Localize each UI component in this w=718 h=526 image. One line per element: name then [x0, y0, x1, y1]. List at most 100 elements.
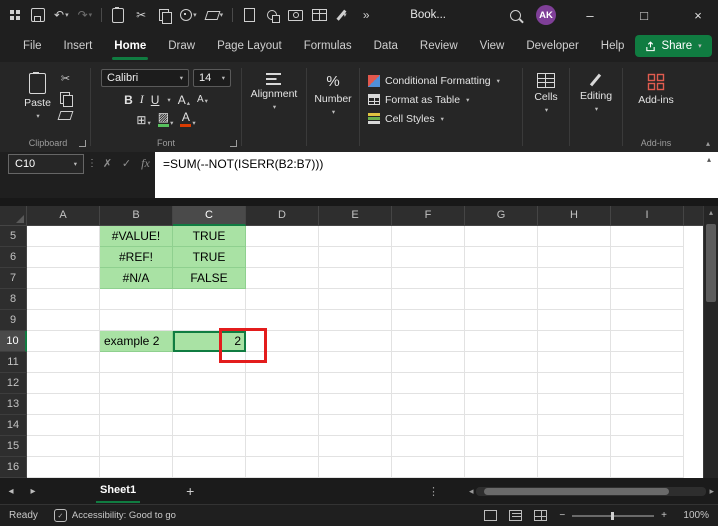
page-break-view-button[interactable]: [534, 510, 548, 521]
maximize-button[interactable]: □: [624, 0, 664, 30]
search-icon[interactable]: [508, 7, 522, 23]
cell-C9[interactable]: [173, 310, 246, 331]
cell-H16[interactable]: [538, 457, 611, 478]
cell-G8[interactable]: [465, 289, 538, 310]
cell-E6[interactable]: [319, 247, 392, 268]
settings-icon[interactable]: ▾: [180, 7, 197, 23]
cell-G11[interactable]: [465, 352, 538, 373]
row-header-16[interactable]: 16: [0, 457, 27, 478]
scroll-right-arrow[interactable]: ▸: [709, 486, 714, 497]
row-header-6[interactable]: 6: [0, 247, 27, 268]
cell-F16[interactable]: [392, 457, 465, 478]
cell-D10[interactable]: [246, 331, 319, 352]
cell-E7[interactable]: [319, 268, 392, 289]
cell-H6[interactable]: [538, 247, 611, 268]
cell-F12[interactable]: [392, 373, 465, 394]
cell-A14[interactable]: [27, 415, 100, 436]
cell-A8[interactable]: [27, 289, 100, 310]
cell-E15[interactable]: [319, 436, 392, 457]
editing-button[interactable]: Editing ▾: [580, 69, 612, 113]
cell-E10[interactable]: [319, 331, 392, 352]
cell-I5[interactable]: [611, 226, 684, 247]
tab-insert[interactable]: Insert: [53, 30, 104, 62]
cell-F8[interactable]: [392, 289, 465, 310]
underline-button[interactable]: U: [151, 93, 160, 107]
cell-E5[interactable]: [319, 226, 392, 247]
cell-I16[interactable]: [611, 457, 684, 478]
cell-I12[interactable]: [611, 373, 684, 394]
cell-A7[interactable]: [27, 268, 100, 289]
cell-I7[interactable]: [611, 268, 684, 289]
minimize-button[interactable]: –: [570, 0, 610, 30]
scroll-left-arrow[interactable]: ◂: [469, 486, 474, 497]
formula-input[interactable]: =SUM(--NOT(ISERR(B2:B7))) ▴: [155, 152, 718, 198]
grow-font-button[interactable]: A ▴: [178, 93, 190, 107]
vertical-scrollbar[interactable]: ▴: [703, 206, 718, 478]
horizontal-scroll-track[interactable]: [476, 486, 707, 496]
camera-icon[interactable]: [288, 7, 304, 23]
cell-D16[interactable]: [246, 457, 319, 478]
bold-button[interactable]: B: [124, 93, 133, 107]
cell-C5[interactable]: TRUE: [173, 226, 246, 247]
cell-A13[interactable]: [27, 394, 100, 415]
cell-G9[interactable]: [465, 310, 538, 331]
zoom-in-button[interactable]: +: [661, 510, 667, 521]
redo-button[interactable]: ↷ ▾: [78, 7, 93, 23]
cell-I13[interactable]: [611, 394, 684, 415]
more-commands-chevron[interactable]: »: [359, 7, 373, 23]
ink-pen-icon[interactable]: ▾: [336, 7, 350, 23]
cell-I9[interactable]: [611, 310, 684, 331]
tab-home[interactable]: Home: [103, 30, 157, 62]
save-icon[interactable]: [31, 7, 45, 23]
number-button[interactable]: % Number ▾: [314, 69, 351, 116]
borders-button[interactable]: ⊞ ▾: [136, 113, 150, 127]
app-launcher-icon[interactable]: [8, 7, 22, 23]
cell-H12[interactable]: [538, 373, 611, 394]
sheet-tab-sheet1[interactable]: Sheet1: [92, 478, 144, 504]
account-avatar[interactable]: AK: [536, 5, 556, 25]
cell-D7[interactable]: [246, 268, 319, 289]
zoom-slider-thumb[interactable]: [611, 511, 615, 520]
cell-F5[interactable]: [392, 226, 465, 247]
tab-help[interactable]: Help: [590, 30, 636, 62]
row-header-13[interactable]: 13: [0, 394, 27, 415]
cell-I10[interactable]: [611, 331, 684, 352]
row-header-5[interactable]: 5: [0, 226, 27, 247]
cancel-entry-button[interactable]: ✗: [98, 152, 117, 174]
clipboard-dialog-launcher[interactable]: [79, 140, 86, 147]
tab-data[interactable]: Data: [363, 30, 409, 62]
column-header-F[interactable]: F: [392, 206, 465, 226]
copy-icon[interactable]: [157, 7, 173, 24]
cell-A9[interactable]: [27, 310, 100, 331]
cell-F9[interactable]: [392, 310, 465, 331]
cell-B8[interactable]: [100, 289, 173, 310]
vertical-scroll-thumb[interactable]: [706, 224, 716, 302]
cell-G15[interactable]: [465, 436, 538, 457]
font-color-button[interactable]: A ▾: [180, 111, 196, 127]
cell-H8[interactable]: [538, 289, 611, 310]
share-button[interactable]: Share ▾: [635, 35, 712, 57]
cell-H13[interactable]: [538, 394, 611, 415]
cell-G5[interactable]: [465, 226, 538, 247]
italic-button[interactable]: I: [140, 92, 144, 107]
font-dialog-launcher[interactable]: [230, 140, 237, 147]
cell-E14[interactable]: [319, 415, 392, 436]
tab-file[interactable]: File: [12, 30, 53, 62]
document-icon[interactable]: [242, 7, 256, 23]
cell-G14[interactable]: [465, 415, 538, 436]
addins-button[interactable]: Add-ins: [638, 69, 674, 106]
cell-H10[interactable]: [538, 331, 611, 352]
name-box-splitter[interactable]: ⋮: [86, 152, 98, 174]
cell-F6[interactable]: [392, 247, 465, 268]
zoom-slider[interactable]: [572, 511, 655, 520]
conditional-formatting-button[interactable]: Conditional Formatting ▾: [360, 71, 522, 90]
eraser-icon[interactable]: ▾: [204, 7, 223, 23]
accessibility-status[interactable]: ✓ Accessibility: Good to go: [53, 509, 176, 522]
copy-button[interactable]: [60, 92, 74, 107]
format-as-table-button[interactable]: Format as Table ▾: [360, 90, 522, 109]
sheetbar-options-dots[interactable]: ⋮: [428, 485, 439, 498]
table-icon[interactable]: [312, 7, 328, 23]
cell-I15[interactable]: [611, 436, 684, 457]
cell-F15[interactable]: [392, 436, 465, 457]
cell-C13[interactable]: [173, 394, 246, 415]
